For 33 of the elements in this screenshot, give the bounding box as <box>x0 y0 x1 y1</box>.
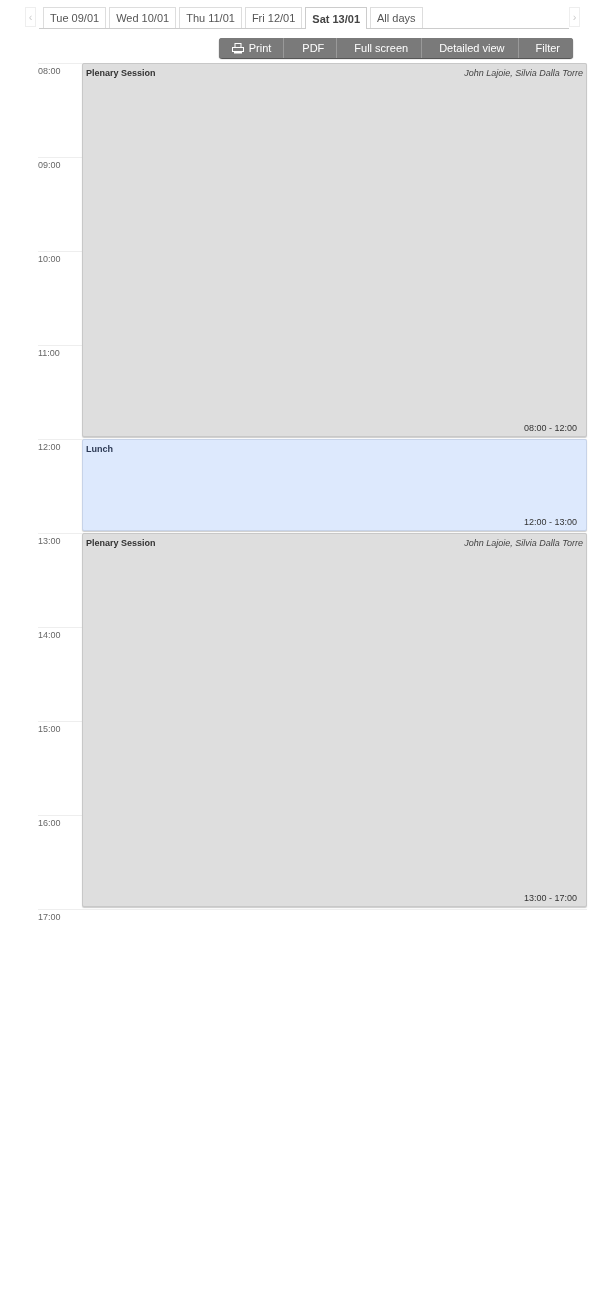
hour-label: 08:00 <box>38 65 62 76</box>
session-block[interactable]: Plenary Session John Lajoie, Silvia Dalla Torre 13:00 - 17:00 <box>82 533 587 907</box>
event-speakers: John Lajoie, Silvia Dalla Torre <box>464 68 583 78</box>
day-tab[interactable]: All days <box>370 7 423 28</box>
event-title: Lunch <box>86 444 113 454</box>
hour-label: 10:00 <box>38 253 62 264</box>
day-tab[interactable]: Wed 10/01 <box>109 7 177 28</box>
session-block[interactable]: Plenary Session John Lajoie, Silvia Dalla Torre 08:00 - 12:00 <box>82 63 587 437</box>
event-title: Plenary Session <box>86 538 156 548</box>
hour-label: 17:00 <box>38 911 62 922</box>
day-tab[interactable]: Sat 13/01 <box>305 7 367 29</box>
toolbar-button[interactable]: PDF <box>283 38 337 58</box>
day-tab[interactable]: Tue 09/01 <box>43 7 107 28</box>
toolbar-button[interactable]: Filter <box>517 38 573 58</box>
day-tab[interactable]: Thu 11/01 <box>179 7 242 28</box>
hour-label: 13:00 <box>38 535 62 546</box>
day-tab[interactable]: Fri 12/01 <box>244 7 303 28</box>
event-time: 13:00 - 17:00 <box>523 893 577 903</box>
hour-label: 15:00 <box>38 723 62 734</box>
break-block[interactable]: Lunch 12:00 - 13:00 <box>82 439 587 531</box>
toolbar-button[interactable]: Full screen <box>336 38 422 58</box>
printer-icon <box>231 42 244 54</box>
event-time: 08:00 - 12:00 <box>523 423 577 433</box>
event-time: 12:00 - 13:00 <box>523 517 577 527</box>
event-title: Plenary Session <box>86 68 156 78</box>
toolbar-button[interactable]: Print <box>218 38 284 58</box>
hour-label: 16:00 <box>38 817 62 828</box>
hour-label: 09:00 <box>38 159 62 170</box>
toolbar-button[interactable]: Detailed view <box>421 38 518 58</box>
hour-label: 14:00 <box>38 629 62 640</box>
event-speakers: John Lajoie, Silvia Dalla Torre <box>464 538 583 548</box>
hour-label: 12:00 <box>38 441 62 452</box>
hour-label: 11:00 <box>38 347 61 358</box>
